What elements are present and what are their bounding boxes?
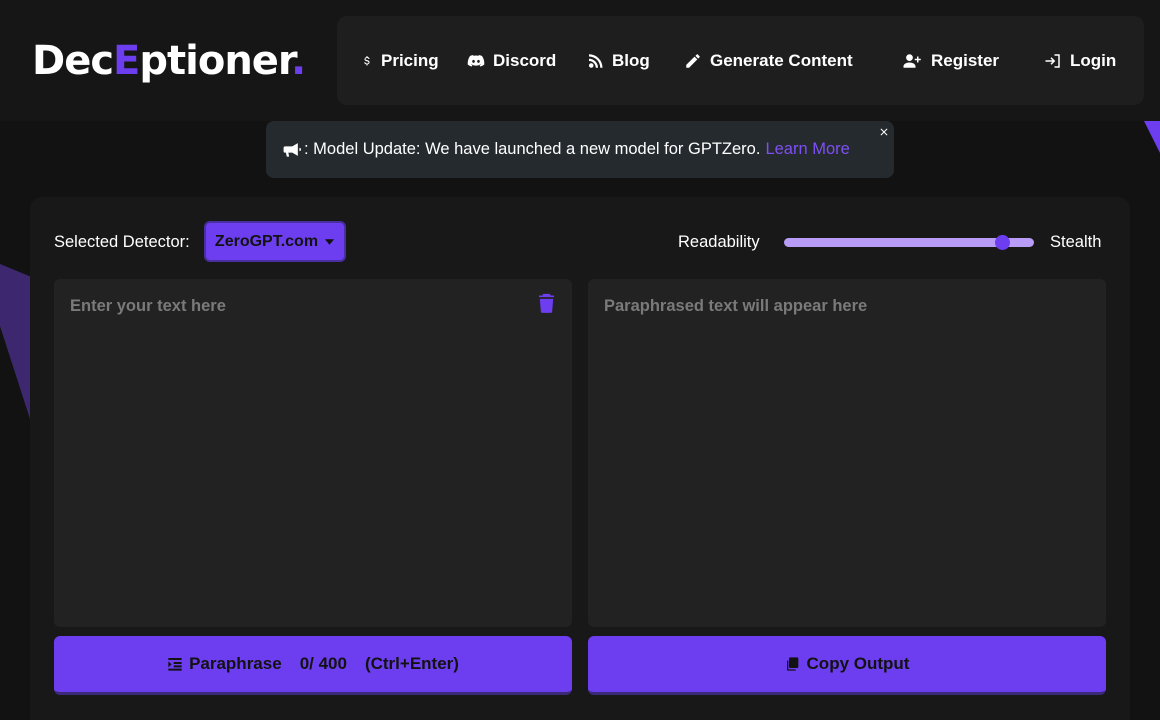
announcement-banner: : Model Update: We have launched a new m… (266, 121, 894, 178)
trash-icon (539, 293, 554, 313)
nav-generate-content[interactable]: Generate Content (684, 16, 853, 105)
login-icon (1045, 53, 1060, 68)
nav-discord[interactable]: Discord (467, 16, 556, 105)
nav-blog[interactable]: Blog (586, 16, 650, 105)
nav-register[interactable]: Register (902, 16, 999, 105)
nav-generate-content-label: Generate Content (710, 50, 853, 70)
input-text-area[interactable] (54, 279, 572, 627)
logo-text-start: Dec (32, 38, 114, 84)
learn-more-link[interactable]: Learn More (765, 140, 849, 159)
nav-pricing[interactable]: Pricing (361, 16, 439, 105)
close-icon (880, 128, 888, 136)
output-text-area-container (588, 279, 1106, 627)
nav-login-label: Login (1070, 50, 1117, 70)
detector-label: Selected Detector: (54, 233, 190, 251)
pen-icon (686, 53, 700, 68)
copy-icon (786, 657, 798, 671)
copy-output-label: Copy Output (806, 654, 910, 673)
paraphrase-button[interactable]: Paraphrase 0/ 400 (Ctrl+Enter) (54, 636, 572, 695)
character-count: 0/ 400 (299, 654, 347, 673)
nav-login[interactable]: Login (1044, 16, 1116, 105)
readability-stealth-slider[interactable] (784, 235, 1034, 250)
slider-thumb[interactable] (994, 235, 1010, 250)
user-plus-icon (903, 53, 921, 68)
paraphrase-label: Paraphrase (189, 654, 282, 673)
nav-blog-label: Blog (612, 50, 650, 70)
decorative-shape-right (1144, 121, 1160, 153)
output-text-area[interactable] (588, 279, 1106, 627)
logo[interactable]: DecEptioner. (32, 38, 306, 84)
logo-text-end: ptioner (139, 38, 292, 84)
clear-input-button[interactable] (538, 293, 555, 313)
input-text-area-container (54, 279, 572, 627)
detector-dropdown[interactable]: ZeroGPT.com (204, 221, 346, 262)
site-header: DecEptioner. Pricing Discord Blog Genera… (0, 0, 1160, 121)
slider-label-readability: Readability (678, 233, 760, 251)
announcement-text: : Model Update: We have launched a new m… (304, 140, 761, 158)
detector-value: ZeroGPT.com (214, 232, 319, 250)
megaphone-icon (283, 143, 301, 157)
copy-output-button[interactable]: Copy Output (588, 636, 1106, 695)
nav-register-label: Register (931, 50, 1000, 70)
paraphraser-panel: Selected Detector: ZeroGPT.com Readabili… (30, 197, 1130, 720)
nav-discord-label: Discord (493, 50, 557, 70)
decorative-shape-left (0, 264, 30, 419)
slider-label-stealth: Stealth (1050, 233, 1102, 251)
caret-down-icon (324, 239, 335, 245)
logo-dot: . (290, 38, 306, 84)
close-announcement-button[interactable] (878, 124, 890, 136)
discord-icon (467, 54, 485, 67)
indent-icon (168, 658, 182, 671)
dollar-icon (364, 55, 370, 65)
nav-pricing-label: Pricing (381, 50, 439, 70)
main-nav: Pricing Discord Blog Generate Content Re… (337, 16, 1144, 105)
blog-icon (589, 53, 603, 68)
keyboard-shortcut: (Ctrl+Enter) (364, 654, 459, 673)
logo-text-accent: E (113, 38, 140, 84)
